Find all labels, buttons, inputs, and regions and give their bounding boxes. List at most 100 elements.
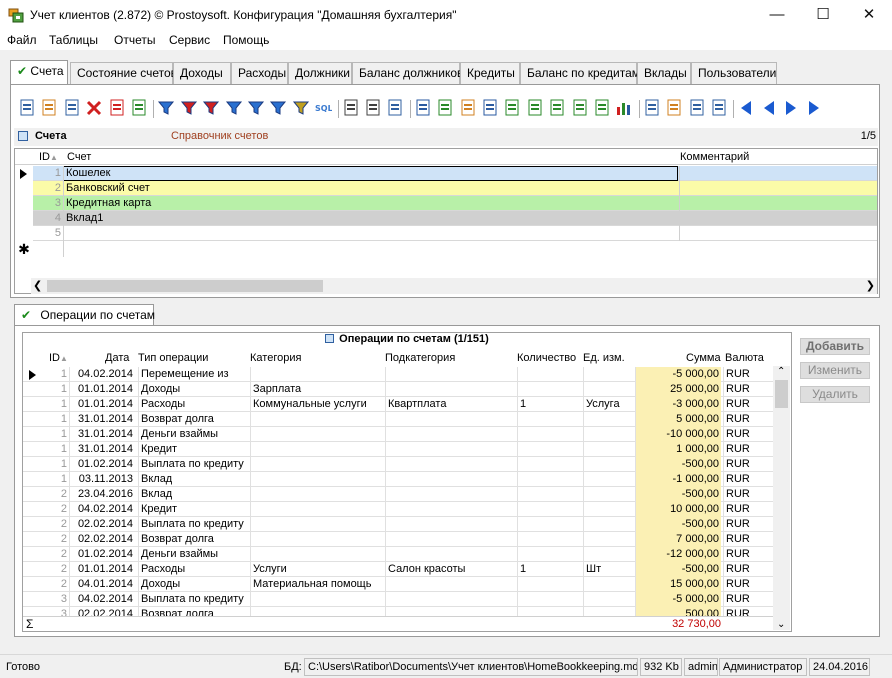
import-file-icon[interactable] xyxy=(665,99,683,117)
cell-comment[interactable] xyxy=(679,226,877,241)
cell-cat[interactable]: Услуги xyxy=(250,562,383,577)
filter-edit-icon[interactable] xyxy=(225,99,243,117)
tab-deposits[interactable]: Вклады xyxy=(637,62,691,84)
export-rtf-icon[interactable] xyxy=(481,99,499,117)
table-row[interactable]: 1 03.11.2013 Вклад -1 000,00 RUR xyxy=(23,472,773,487)
cell-unit[interactable] xyxy=(583,427,633,442)
cell-unit[interactable] xyxy=(583,382,633,397)
cell-cat[interactable] xyxy=(250,412,383,427)
column-header-sum[interactable]: Сумма xyxy=(686,350,721,366)
column-header-currency[interactable]: Валюта xyxy=(725,350,764,366)
table-row[interactable]: 4 Вклад1 xyxy=(33,211,877,226)
tab-credits-balance[interactable]: Баланс по кредитам xyxy=(520,62,640,84)
import-icon[interactable] xyxy=(643,99,661,117)
cell-cur[interactable]: RUR xyxy=(723,517,773,532)
tab-debtors-balance[interactable]: Баланс должников xyxy=(352,62,463,84)
cell-sum[interactable]: -500,00 xyxy=(635,517,721,532)
cell-sum[interactable]: -10 000,00 xyxy=(635,427,721,442)
cell-date[interactable]: 01.02.2014 xyxy=(69,547,135,562)
cell-type[interactable]: Кредит xyxy=(138,442,248,457)
cell-cat[interactable] xyxy=(250,367,383,382)
menu-help[interactable]: Помощь xyxy=(223,33,269,47)
cell-qty[interactable] xyxy=(517,517,581,532)
menu-service[interactable]: Сервис xyxy=(169,33,210,47)
cell-subcat[interactable] xyxy=(385,472,515,487)
columns-icon[interactable] xyxy=(710,99,728,117)
cell-type[interactable]: Деньги взаймы xyxy=(138,547,248,562)
cell-type[interactable]: Возврат долга xyxy=(138,412,248,427)
cell-cur[interactable]: RUR xyxy=(723,472,773,487)
cell-subcat[interactable]: Салон красоты xyxy=(385,562,515,577)
cell-unit[interactable] xyxy=(583,457,633,472)
table-row[interactable]: 2 04.01.2014 Доходы Материальная помощь 15 0… xyxy=(23,577,773,592)
column-header-subcategory[interactable]: Подкатегория xyxy=(385,350,455,366)
cell-qty[interactable]: 1 xyxy=(517,562,581,577)
edit-button[interactable]: Изменить xyxy=(800,362,870,379)
cell-subcat[interactable] xyxy=(385,502,515,517)
table-row[interactable]: 3 04.02.2014 Выплата по кредиту -5 000,00 RU… xyxy=(23,592,773,607)
cell-sum[interactable]: -5 000,00 xyxy=(635,592,721,607)
table-row[interactable]: 2 23.04.2016 Вклад -500,00 RUR xyxy=(23,487,773,502)
cell-cat[interactable]: Зарплата xyxy=(250,382,383,397)
cell-cur[interactable]: RUR xyxy=(723,457,773,472)
tab-credits[interactable]: Кредиты xyxy=(460,62,520,84)
cell-subcat[interactable] xyxy=(385,517,515,532)
table-row[interactable]: 2 01.01.2014 Расходы Услуги Салон красоты 1 Шт… xyxy=(23,562,773,577)
tab-debtors[interactable]: Должники xyxy=(288,62,352,84)
cell-cat[interactable] xyxy=(250,472,383,487)
cell-comment[interactable] xyxy=(679,166,877,181)
cell-type[interactable]: Доходы xyxy=(138,577,248,592)
tab-income[interactable]: Доходы xyxy=(173,62,231,84)
cell-cur[interactable]: RUR xyxy=(723,502,773,517)
cell-subcat[interactable]: Квартплата xyxy=(385,397,515,412)
cell-cur[interactable]: RUR xyxy=(723,592,773,607)
filter-advanced-icon[interactable] xyxy=(269,99,287,117)
add-record-icon[interactable] xyxy=(18,99,36,117)
find-icon[interactable] xyxy=(342,99,360,117)
cell-date[interactable]: 03.11.2013 xyxy=(69,472,135,487)
next-record-icon[interactable] xyxy=(782,99,800,117)
cell-cur[interactable]: RUR xyxy=(723,397,773,412)
cell-cat[interactable] xyxy=(250,457,383,472)
export-html-icon[interactable] xyxy=(459,99,477,117)
delete-record-icon[interactable] xyxy=(85,99,103,117)
cell-unit[interactable] xyxy=(583,367,633,382)
cell-cat[interactable] xyxy=(250,487,383,502)
table-row[interactable]: 1 31.01.2014 Деньги взаймы -10 000,00 RUR xyxy=(23,427,773,442)
accounts-grid[interactable]: ID▲ Счет Комментарий 1 Кошелек 2 Банковский… xyxy=(14,148,878,294)
cell-subcat[interactable] xyxy=(385,382,515,397)
minimize-button[interactable]: — xyxy=(754,0,800,30)
cell-subcat[interactable] xyxy=(385,442,515,457)
cell-account[interactable]: Банковский счет xyxy=(63,181,678,196)
table-row[interactable]: 1 04.02.2014 Перемещение из -5 000,00 RUR xyxy=(23,367,773,382)
cell-cur[interactable]: RUR xyxy=(723,547,773,562)
close-button[interactable]: ✕ xyxy=(846,0,892,30)
cell-subcat[interactable] xyxy=(385,427,515,442)
delete-button[interactable]: Удалить xyxy=(800,386,870,403)
cell-unit[interactable]: Шт xyxy=(583,562,633,577)
cell-qty[interactable]: 1 xyxy=(517,397,581,412)
cell-date[interactable]: 01.02.2014 xyxy=(69,457,135,472)
cell-type[interactable]: Выплата по кредиту xyxy=(138,457,248,472)
cell-qty[interactable] xyxy=(517,502,581,517)
cell-account[interactable] xyxy=(63,226,678,241)
cell-sum[interactable]: -500,00 xyxy=(635,562,721,577)
last-record-icon[interactable] xyxy=(805,99,823,117)
cell-type[interactable]: Расходы xyxy=(138,397,248,412)
table-row[interactable]: 1 01.01.2014 Расходы Коммунальные услуги Ква… xyxy=(23,397,773,412)
cell-qty[interactable] xyxy=(517,367,581,382)
cell-sum[interactable]: 25 000,00 xyxy=(635,382,721,397)
cell-cur[interactable]: RUR xyxy=(723,577,773,592)
cell-sum[interactable]: 7 000,00 xyxy=(635,532,721,547)
print-preview-icon[interactable] xyxy=(386,99,404,117)
cell-qty[interactable] xyxy=(517,412,581,427)
delete-all-icon[interactable] xyxy=(108,99,126,117)
menu-file[interactable]: Файл xyxy=(7,33,37,47)
cell-unit[interactable] xyxy=(583,472,633,487)
table-row[interactable]: 1 01.02.2014 Выплата по кредиту -500,00 RUR xyxy=(23,457,773,472)
cell-type[interactable]: Выплата по кредиту xyxy=(138,592,248,607)
cell-date[interactable]: 01.01.2014 xyxy=(69,562,135,577)
cell-cur[interactable]: RUR xyxy=(723,442,773,457)
column-header-unit[interactable]: Ед. изм. xyxy=(583,350,625,366)
column-header-id[interactable]: ID▲ xyxy=(49,350,68,366)
